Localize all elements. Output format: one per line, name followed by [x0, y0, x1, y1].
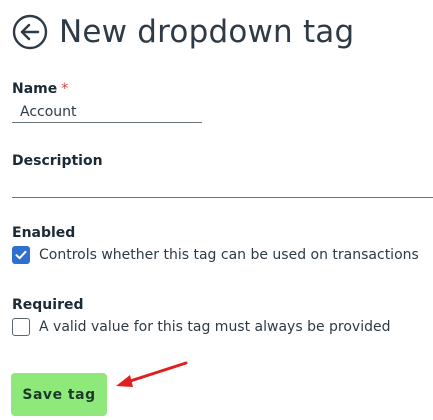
annotation-arrow-icon — [116, 361, 188, 387]
required-checkbox[interactable] — [12, 318, 30, 336]
required-label: Required — [12, 297, 84, 313]
description-input[interactable] — [12, 172, 433, 198]
required-asterisk: * — [61, 81, 69, 97]
enabled-checkbox[interactable] — [12, 246, 30, 264]
back-arrow-icon[interactable] — [12, 14, 48, 50]
name-label-text: Name — [12, 81, 58, 97]
enabled-checkbox-text: Controls whether this tag can be used on… — [39, 247, 419, 263]
required-checkbox-row[interactable]: A valid value for this tag must always b… — [12, 318, 390, 336]
enabled-label: Enabled — [12, 225, 76, 241]
enabled-checkbox-row[interactable]: Controls whether this tag can be used on… — [12, 246, 419, 264]
description-label: Description — [12, 153, 103, 169]
save-tag-button[interactable]: Save tag — [11, 373, 107, 416]
required-checkbox-text: A valid value for this tag must always b… — [39, 319, 391, 335]
page-header: New dropdown tag — [12, 14, 354, 50]
name-label: Name * — [12, 81, 68, 97]
page-title: New dropdown tag — [59, 14, 355, 50]
checkmark-icon — [15, 250, 27, 260]
name-input[interactable] — [12, 101, 202, 123]
